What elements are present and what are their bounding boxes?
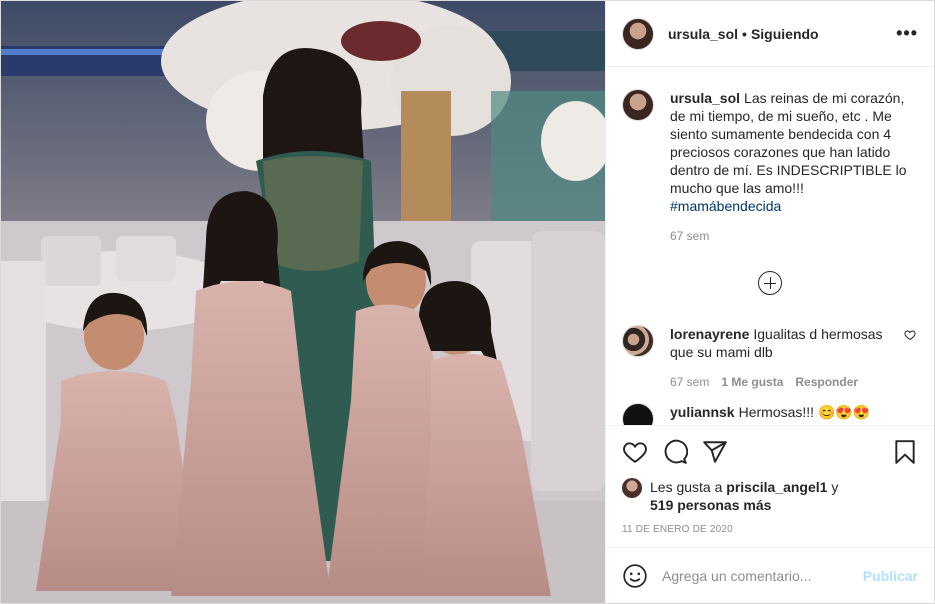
comment-text: Hermosas!!! 😊😍😍: [738, 404, 871, 420]
commenter-avatar[interactable]: [622, 403, 654, 425]
caption-text-block: ursula_sol Las reinas de mi corazón, de m…: [670, 89, 918, 215]
heart-icon[interactable]: [622, 439, 648, 465]
comment-text-block: yuliannsk Hermosas!!! 😊😍😍: [670, 403, 870, 425]
likes-conjunction: y: [831, 479, 839, 495]
likes-count[interactable]: 519 personas más: [650, 497, 771, 513]
comment-heart-icon[interactable]: [904, 325, 918, 389]
author-username[interactable]: ursula_sol: [668, 26, 738, 42]
comment-time[interactable]: 67 sem: [670, 375, 709, 389]
caption-time[interactable]: 67 sem: [670, 229, 709, 243]
comment-username[interactable]: yuliannsk: [670, 404, 735, 420]
bookmark-icon[interactable]: [892, 439, 918, 465]
commenter-avatar[interactable]: [622, 325, 654, 357]
post-header: ursula_sol • Siguiendo •••: [606, 1, 934, 67]
plus-circle-icon[interactable]: [758, 271, 782, 295]
comment-block: lorenayrene Igualitas d hermosas que su m…: [654, 325, 904, 389]
header-separator: •: [742, 25, 747, 42]
post-date[interactable]: 11 DE ENERO DE 2020: [622, 524, 918, 535]
liker-username[interactable]: priscila_angel1: [726, 479, 827, 495]
likes-summary: Les gusta a priscila_angel1 y 519 person…: [622, 478, 918, 514]
comment-username[interactable]: lorenayrene: [670, 326, 749, 342]
caption-username[interactable]: ursula_sol: [670, 90, 740, 106]
comment-icon[interactable]: [662, 439, 688, 465]
photo-illustration: [1, 1, 605, 603]
post-photo[interactable]: [1, 1, 605, 603]
liker-avatar[interactable]: [622, 478, 642, 498]
comment-likes[interactable]: 1 Me gusta: [721, 375, 783, 389]
add-comment-bar: Agrega un comentario... Publicar: [606, 547, 934, 603]
share-icon[interactable]: [702, 439, 728, 465]
comment-row: yuliannsk Hermosas!!! 😊😍😍: [622, 403, 918, 425]
caption-block: ursula_sol Las reinas de mi corazón, de m…: [654, 89, 918, 243]
emoji-icon[interactable]: [622, 563, 648, 589]
post-modal: ursula_sol • Siguiendo ••• ursula_sol Las…: [0, 0, 935, 604]
following-button[interactable]: Siguiendo: [751, 26, 819, 42]
post-sidebar: ursula_sol • Siguiendo ••• ursula_sol Las…: [605, 1, 934, 603]
more-options-icon[interactable]: •••: [896, 23, 918, 44]
comment-text-block: lorenayrene Igualitas d hermosas que su m…: [670, 325, 904, 361]
comment-meta: 67 sem 1 Me gusta Responder: [670, 375, 904, 389]
action-bar: Les gusta a priscila_angel1 y 519 person…: [606, 425, 934, 547]
likes-prefix: Les gusta a: [650, 479, 723, 495]
likes-text: Les gusta a priscila_angel1 y 519 person…: [650, 478, 838, 514]
comment-row: lorenayrene Igualitas d hermosas que su m…: [622, 325, 918, 389]
caption-avatar[interactable]: [622, 89, 654, 121]
reply-button[interactable]: Responder: [795, 375, 858, 389]
author-avatar[interactable]: [622, 17, 654, 50]
comments-list: ursula_sol Las reinas de mi corazón, de m…: [606, 67, 934, 425]
caption-row: ursula_sol Las reinas de mi corazón, de m…: [622, 89, 918, 243]
action-icons: [622, 436, 918, 468]
publish-button[interactable]: Publicar: [863, 568, 918, 584]
comment-input[interactable]: Agrega un comentario...: [662, 568, 811, 584]
caption-meta: 67 sem: [670, 229, 918, 243]
caption-hashtag[interactable]: #mamábendecida: [670, 198, 781, 214]
